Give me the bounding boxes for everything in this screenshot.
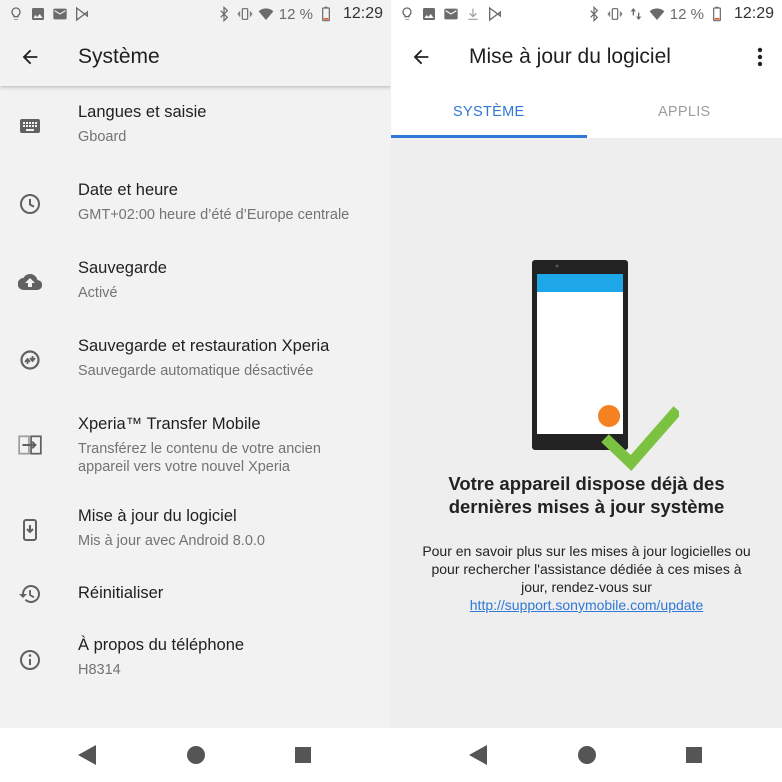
tab-apps[interactable]: APPLIS <box>587 86 782 138</box>
navigation-bar <box>0 728 391 782</box>
info-line-1: Pour en savoir plus sur les mises à jour… <box>422 543 751 559</box>
settings-item-subtitle-line2: appareil vers votre nouvel Xperia <box>78 459 290 475</box>
mail-icon <box>444 8 458 20</box>
clock-icon <box>20 194 40 214</box>
battery-icon <box>713 6 721 22</box>
cloud-upload-icon <box>18 273 42 291</box>
headline-line-1: Votre appareil dispose déjà des <box>448 473 725 494</box>
tab-bar: SYSTÈME APPLIS <box>391 86 782 138</box>
wifi-icon <box>258 8 274 20</box>
wifi-icon <box>649 8 665 20</box>
settings-item-xperia-backup[interactable]: Sauvegarde et restauration Xperia Sauveg… <box>0 320 391 398</box>
lightbulb-icon <box>402 7 412 20</box>
settings-item-about-phone[interactable]: À propos du téléphone H8314 <box>0 620 391 698</box>
data-transfer-icon <box>630 8 642 20</box>
nav-home-icon[interactable] <box>577 745 597 765</box>
phone-screen-header <box>537 274 623 292</box>
backup-restore-icon <box>20 350 40 370</box>
nav-home-icon[interactable] <box>186 745 206 765</box>
nav-recents-icon[interactable] <box>686 747 702 763</box>
info-line-3: jour, rendez-vous sur <box>521 579 652 595</box>
settings-item-title: Sauvegarde et restauration Xperia <box>78 337 330 355</box>
battery-icon <box>322 6 330 22</box>
system-settings-screen: 12 % 12:29 Système Langues et saisie Gbo… <box>0 0 391 782</box>
settings-item-transfer[interactable]: Xperia™ Transfer Mobile Transférez le co… <box>0 398 391 490</box>
navigation-bar <box>391 728 782 782</box>
support-info-text: Pour en savoir plus sur les mises à jour… <box>405 542 768 614</box>
settings-item-title: À propos du téléphone <box>78 636 245 654</box>
fab-dot <box>598 405 620 427</box>
settings-item-subtitle: GMT+02:00 heure d’été d’Europe centrale <box>78 207 350 223</box>
keyboard-icon <box>20 119 40 133</box>
settings-item-subtitle: H8314 <box>78 662 121 678</box>
settings-item-title: Sauvegarde <box>78 259 167 277</box>
play-store-icon <box>76 6 88 22</box>
settings-item-reset[interactable]: Réinitialiser <box>0 568 391 620</box>
update-status-content: Votre appareil dispose déjà des dernière… <box>391 138 782 728</box>
settings-item-languages[interactable]: Langues et saisie Gboard <box>0 86 391 164</box>
app-bar: Mise à jour du logiciel <box>391 28 782 86</box>
back-button[interactable] <box>391 28 451 86</box>
settings-item-subtitle: Gboard <box>78 129 127 145</box>
download-icon <box>468 8 478 20</box>
overflow-menu-button[interactable] <box>738 28 782 86</box>
settings-item-subtitle: Mis à jour avec Android 8.0.0 <box>78 533 265 549</box>
nav-back-icon[interactable] <box>78 745 96 765</box>
vibrate-icon <box>237 8 252 20</box>
status-bar: 12 % 12:29 <box>0 0 391 28</box>
arrow-back-icon <box>413 49 429 65</box>
info-icon <box>20 650 40 670</box>
info-line-2: pour rechercher l'assistance dédiée à ce… <box>431 561 742 577</box>
support-link[interactable]: http://support.sonymobile.com/update <box>405 596 768 614</box>
app-bar: Système <box>0 28 391 86</box>
nav-recents-icon[interactable] <box>295 747 311 763</box>
page-title: Mise à jour du logiciel <box>469 45 671 68</box>
lightbulb-icon <box>11 7 21 20</box>
history-icon <box>19 584 41 603</box>
image-icon <box>423 8 435 20</box>
settings-item-date-time[interactable]: Date et heure GMT+02:00 heure d’été d’Eu… <box>0 164 391 242</box>
nav-back-icon[interactable] <box>469 745 487 765</box>
software-update-screen: 12 % 12:29 Mise à jour du logiciel SYSTÈ… <box>391 0 782 782</box>
settings-item-title: Mise à jour du logiciel <box>78 507 237 525</box>
back-button[interactable] <box>0 28 60 86</box>
settings-item-title: Xperia™ Transfer Mobile <box>78 415 261 433</box>
more-vert-icon <box>757 47 763 67</box>
tab-system[interactable]: SYSTÈME <box>391 86 587 138</box>
bluetooth-icon <box>589 6 598 22</box>
battery-percent: 12 % <box>278 5 313 23</box>
system-update-icon <box>23 519 37 541</box>
settings-item-backup[interactable]: Sauvegarde Activé <box>0 242 391 320</box>
transfer-icon <box>18 435 42 455</box>
status-bar: 12 % 12:29 <box>391 0 782 28</box>
phone-up-to-date-illustration <box>532 260 679 471</box>
up-to-date-headline: Votre appareil dispose déjà des dernière… <box>411 472 762 518</box>
settings-item-subtitle: Activé <box>78 285 118 301</box>
settings-item-subtitle: Sauvegarde automatique désactivée <box>78 363 314 379</box>
vibrate-icon <box>607 8 622 20</box>
phone-camera <box>555 264 559 268</box>
arrow-back-icon <box>22 49 38 65</box>
page-title: Système <box>78 45 160 68</box>
image-icon <box>32 8 44 20</box>
settings-item-software-update[interactable]: Mise à jour du logiciel Mis à jour avec … <box>0 490 391 568</box>
settings-item-subtitle: Transférez le contenu de votre ancien <box>78 441 321 457</box>
mail-icon <box>53 8 67 20</box>
battery-percent: 12 % <box>669 5 704 23</box>
bluetooth-icon <box>219 6 228 22</box>
clock-time: 12:29 <box>342 5 383 22</box>
settings-item-title: Date et heure <box>78 181 178 199</box>
play-store-icon <box>489 6 501 22</box>
clock-time: 12:29 <box>733 5 774 22</box>
settings-item-title: Réinitialiser <box>78 584 164 602</box>
settings-item-title: Langues et saisie <box>78 103 207 121</box>
headline-line-2: dernières mises à jour système <box>448 496 725 517</box>
